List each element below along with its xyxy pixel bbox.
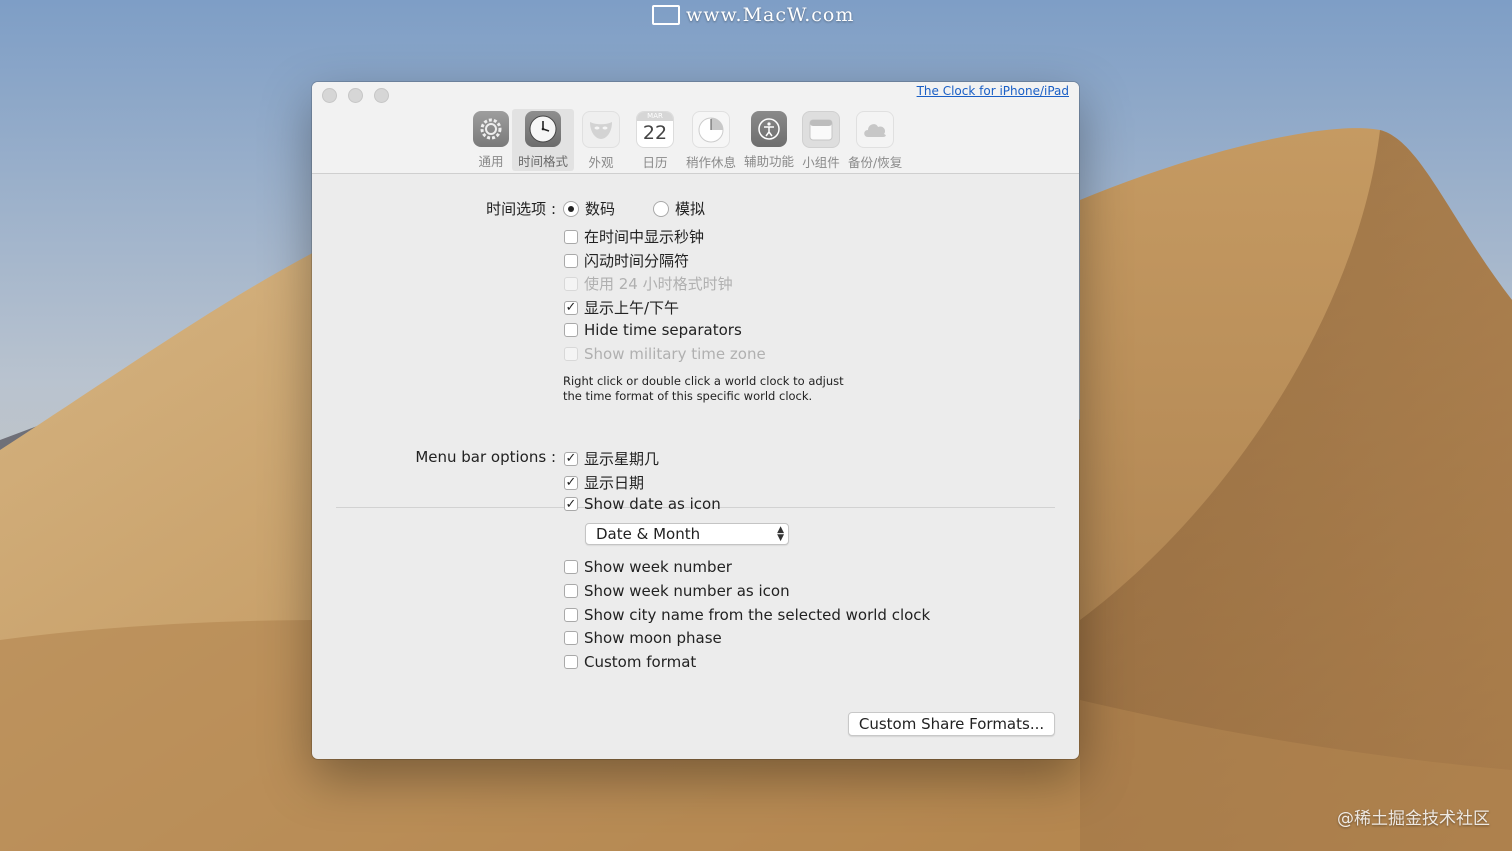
radio-analog-label: 模拟 xyxy=(675,200,706,218)
checkbox-hide-separators-box[interactable] xyxy=(564,323,578,337)
tab-backup[interactable]: 备份/恢复 xyxy=(844,109,906,171)
radio-analog[interactable]: 模拟 xyxy=(653,198,705,219)
menu-bar-options-label: Menu bar options : xyxy=(415,448,556,466)
checkbox-hide-separators[interactable]: Hide time separators xyxy=(564,321,742,339)
checkbox-week-number-box[interactable] xyxy=(564,560,578,574)
radio-digital-control[interactable] xyxy=(563,200,579,217)
tab-break[interactable]: 稍作休息 xyxy=(682,109,740,171)
checkbox-date-as-icon[interactable]: ✓ Show date as icon xyxy=(564,495,721,513)
checkbox-24-hour-box[interactable] xyxy=(564,276,578,291)
watermark-top: www.MacW.com xyxy=(652,4,854,26)
checkbox-custom-format-box[interactable] xyxy=(564,655,578,669)
time-format-pane: 时间选项 : 数码 模拟 在时间中显示秒钟 闪动时间分隔符 使用 24 小时格式… xyxy=(312,174,1079,759)
checkbox-flash-separators[interactable]: 闪动时间分隔符 xyxy=(564,250,689,271)
calendar-icon: MAR 22 xyxy=(636,111,675,148)
toolbar: The Clock for iPhone/iPad 通用 时间格式 外观 MAR… xyxy=(312,82,1079,174)
watermark-top-text: www.MacW.com xyxy=(686,4,855,26)
minimize-button[interactable] xyxy=(348,88,363,103)
preference-tabs: 通用 时间格式 外观 MAR 22 日历 稍作休息 辅助功能 小组件 备份/恢复 xyxy=(470,109,906,171)
checkbox-show-date-label: 显示日期 xyxy=(584,474,645,492)
tab-widgets-label: 小组件 xyxy=(802,155,840,170)
tab-time-format[interactable]: 时间格式 xyxy=(512,109,575,171)
tab-backup-label: 备份/恢复 xyxy=(848,155,903,170)
checkbox-moon-phase[interactable]: Show moon phase xyxy=(564,629,722,647)
mask-icon xyxy=(582,111,621,148)
checkbox-show-seconds[interactable]: 在时间中显示秒钟 xyxy=(564,226,704,247)
checkbox-custom-format-label: Custom format xyxy=(584,653,697,671)
checkbox-flash-separators-box[interactable] xyxy=(564,253,578,268)
checkbox-date-as-icon-box[interactable]: ✓ xyxy=(564,497,578,511)
checkbox-city-name-box[interactable] xyxy=(564,608,578,622)
tab-time-format-label: 时间格式 xyxy=(518,154,569,169)
checkbox-show-seconds-box[interactable] xyxy=(564,229,578,244)
clock-icon xyxy=(525,111,561,147)
checkbox-date-as-icon-label: Show date as icon xyxy=(584,495,721,513)
radio-digital-label: 数码 xyxy=(585,200,616,218)
checkbox-moon-phase-box[interactable] xyxy=(564,631,578,645)
pie-timer-icon xyxy=(692,111,731,148)
tab-general[interactable]: 通用 xyxy=(470,109,512,171)
tab-break-label: 稍作休息 xyxy=(686,155,737,170)
time-options-label: 时间选项 : xyxy=(486,200,556,218)
checkbox-military-zone-box[interactable] xyxy=(564,347,578,361)
accessibility-icon xyxy=(751,111,788,147)
checkbox-moon-phase-label: Show moon phase xyxy=(584,629,722,647)
radio-analog-control[interactable] xyxy=(653,200,669,217)
world-clock-note-line2: the time format of this specific world c… xyxy=(563,389,813,403)
gear-icon xyxy=(473,111,509,147)
checkbox-show-weekday-box[interactable]: ✓ xyxy=(564,451,578,466)
checkbox-military-zone-label: Show military time zone xyxy=(584,345,766,363)
tab-appearance[interactable]: 外观 xyxy=(574,109,628,171)
updown-chevron-icon: ▲ ▼ xyxy=(777,525,784,543)
checkbox-24-hour-label: 使用 24 小时格式时钟 xyxy=(584,275,733,293)
calendar-day: 22 xyxy=(642,122,668,144)
tab-accessibility-label: 辅助功能 xyxy=(744,154,795,169)
checkbox-show-weekday-label: 显示星期几 xyxy=(584,450,660,468)
checkbox-custom-format[interactable]: Custom format xyxy=(564,653,696,671)
checkbox-week-number[interactable]: Show week number xyxy=(564,558,732,576)
radio-digital[interactable]: 数码 xyxy=(563,198,615,219)
tab-widgets[interactable]: 小组件 xyxy=(798,109,844,171)
checkbox-24-hour[interactable]: 使用 24 小时格式时钟 xyxy=(564,273,733,294)
world-clock-note-line1: Right click or double click a world cloc… xyxy=(563,374,844,388)
world-clock-note: Right click or double click a world cloc… xyxy=(563,374,844,404)
tab-calendar-label: 日历 xyxy=(642,155,668,170)
custom-share-formats-button[interactable]: Custom Share Formats... xyxy=(848,712,1055,736)
watermark-bottom: @稀土掘金技术社区 xyxy=(1337,809,1490,829)
checkbox-show-am-pm-box[interactable]: ✓ xyxy=(564,300,578,315)
checkbox-week-number-icon-label: Show week number as icon xyxy=(584,582,790,600)
checkbox-week-number-icon[interactable]: Show week number as icon xyxy=(564,582,790,600)
checkbox-week-number-icon-box[interactable] xyxy=(564,584,578,598)
checkbox-show-date[interactable]: ✓ 显示日期 xyxy=(564,472,644,493)
monitor-icon xyxy=(652,5,680,25)
tab-appearance-label: 外观 xyxy=(588,155,614,170)
checkbox-show-date-box[interactable]: ✓ xyxy=(564,475,578,490)
zoom-button[interactable] xyxy=(374,88,389,103)
preferences-window: The Clock for iPhone/iPad 通用 时间格式 外观 MAR… xyxy=(312,82,1079,759)
close-button[interactable] xyxy=(322,88,337,103)
window-controls xyxy=(322,88,389,103)
calendar-month: MAR xyxy=(637,112,674,121)
tab-general-label: 通用 xyxy=(478,154,504,169)
iphone-ipad-link[interactable]: The Clock for iPhone/iPad xyxy=(917,84,1069,98)
cloud-icon xyxy=(856,111,895,148)
tab-accessibility[interactable]: 辅助功能 xyxy=(740,109,798,171)
checkbox-military-zone[interactable]: Show military time zone xyxy=(564,345,766,363)
date-icon-select[interactable]: Date & Month ▲ ▼ xyxy=(585,523,789,545)
checkbox-show-am-pm[interactable]: ✓ 显示上午/下午 xyxy=(564,297,679,318)
checkbox-hide-separators-label: Hide time separators xyxy=(584,321,742,339)
checkbox-flash-separators-label: 闪动时间分隔符 xyxy=(584,252,690,270)
checkbox-week-number-label: Show week number xyxy=(584,558,732,576)
widget-icon xyxy=(802,111,841,148)
checkbox-show-seconds-label: 在时间中显示秒钟 xyxy=(584,228,705,246)
tab-calendar[interactable]: MAR 22 日历 xyxy=(628,109,682,171)
checkbox-city-name-label: Show city name from the selected world c… xyxy=(584,606,931,624)
date-icon-select-value: Date & Month xyxy=(596,525,701,543)
checkbox-show-weekday[interactable]: ✓ 显示星期几 xyxy=(564,448,659,469)
checkbox-city-name[interactable]: Show city name from the selected world c… xyxy=(564,606,930,624)
checkbox-show-am-pm-label: 显示上午/下午 xyxy=(584,299,680,317)
